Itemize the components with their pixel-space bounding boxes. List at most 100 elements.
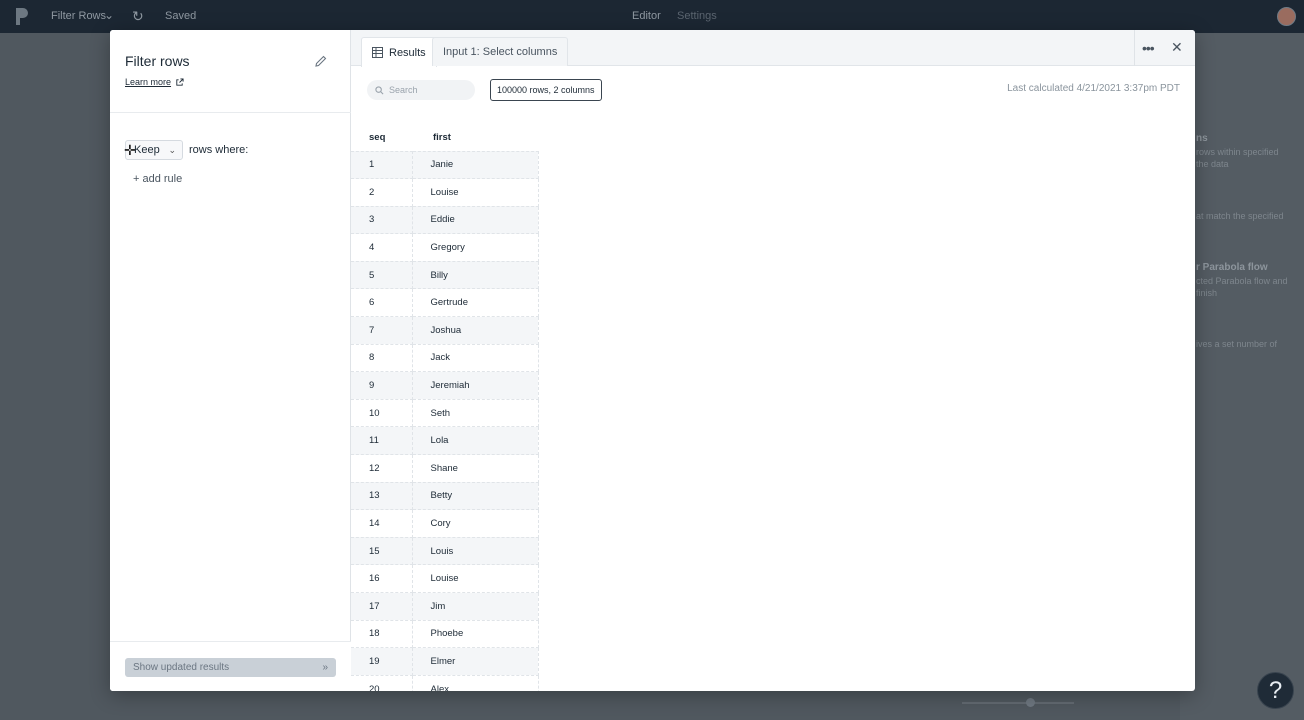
- row-count-badge: 100000 rows, 2 columns: [490, 79, 602, 101]
- cell-first[interactable]: Louise: [411, 178, 539, 207]
- double-chevron-right-icon: »: [322, 662, 328, 673]
- table-row: 4 Gregory: [351, 233, 539, 262]
- refresh-icon[interactable]: ↻: [132, 8, 144, 25]
- table-row: 1 Janie: [351, 150, 539, 180]
- cell-seq[interactable]: 12: [351, 454, 413, 483]
- library-item-desc: at match the specified: [1196, 211, 1284, 221]
- close-icon[interactable]: ✕: [1171, 39, 1183, 56]
- cell-first[interactable]: Gregory: [411, 233, 539, 262]
- cell-seq[interactable]: 18: [351, 619, 413, 649]
- cell-seq[interactable]: 11: [351, 426, 413, 456]
- more-options-icon[interactable]: •••: [1142, 40, 1155, 56]
- table-row: 20 Alex: [351, 674, 539, 691]
- table-row: 18 Phoebe: [351, 619, 539, 649]
- table-body: 1 Janie 2 Louise 3 Eddie 4 Gregory 5 Billy 6 Gertru…: [351, 150, 539, 691]
- step-title: Filter rows: [125, 53, 190, 69]
- cell-seq[interactable]: 7: [351, 316, 413, 345]
- help-button[interactable]: ?: [1257, 672, 1294, 709]
- step-library-panel: ns rows within specified the data at mat…: [1180, 33, 1304, 720]
- table-row: 17 Jim: [351, 592, 539, 621]
- settings-footer: Show updated results »: [110, 641, 351, 691]
- cell-seq[interactable]: 6: [351, 288, 413, 318]
- filter-rows-modal: Filter rows Learn more ✛ Keep ⌄ rows whe…: [110, 30, 1195, 691]
- cell-seq[interactable]: 20: [351, 674, 413, 691]
- external-link-icon: [176, 77, 184, 86]
- chevron-down-icon: ⌄: [168, 144, 176, 155]
- zoom-slider-handle[interactable]: [1026, 698, 1035, 707]
- tab-results-label: Results: [389, 46, 426, 59]
- cell-seq[interactable]: 4: [351, 233, 413, 262]
- cell-first[interactable]: Jeremiah: [411, 371, 539, 400]
- cell-first[interactable]: Seth: [411, 398, 539, 428]
- cell-seq[interactable]: 5: [351, 260, 413, 290]
- cell-first[interactable]: Elmer: [411, 647, 539, 676]
- table-row: 7 Joshua: [351, 316, 539, 345]
- cell-first[interactable]: Lola: [411, 426, 539, 456]
- cell-seq[interactable]: 9: [351, 371, 413, 400]
- settings-panel: Filter rows Learn more ✛ Keep ⌄ rows whe…: [110, 30, 351, 691]
- library-item-desc: ives a set number of: [1196, 339, 1278, 349]
- cell-seq[interactable]: 8: [351, 343, 413, 373]
- cell-first[interactable]: Shane: [411, 454, 539, 483]
- table-row: 16 Louise: [351, 564, 539, 593]
- tab-input-1[interactable]: Input 1: Select columns: [432, 37, 569, 66]
- cell-first[interactable]: Phoebe: [411, 619, 539, 649]
- cell-first[interactable]: Betty: [411, 481, 539, 511]
- pencil-icon[interactable]: [313, 53, 329, 69]
- chevron-down-icon[interactable]: ⌄: [104, 8, 114, 22]
- parabola-logo-icon[interactable]: [14, 7, 30, 26]
- table-row: 6 Gertrude: [351, 288, 539, 318]
- cell-first[interactable]: Janie: [411, 150, 539, 180]
- tab-results[interactable]: Results: [361, 37, 437, 67]
- column-header-first[interactable]: first: [412, 124, 538, 151]
- cell-seq[interactable]: 16: [351, 564, 413, 593]
- table-row: 3 Eddie: [351, 205, 539, 235]
- divider: [110, 112, 351, 113]
- cell-first[interactable]: Joshua: [411, 316, 539, 345]
- avatar[interactable]: [1277, 7, 1296, 26]
- table-header-row: seq first: [351, 124, 538, 151]
- cell-seq[interactable]: 10: [351, 398, 413, 428]
- results-tabs-bar: Results Input 1: Select columns ••• ✕: [351, 30, 1195, 67]
- table-row: 9 Jeremiah: [351, 371, 539, 400]
- column-header-seq[interactable]: seq: [351, 124, 412, 151]
- table-row: 8 Jack: [351, 343, 539, 373]
- cell-first[interactable]: Jim: [411, 592, 539, 621]
- search-input[interactable]: [389, 85, 469, 95]
- flow-name[interactable]: Filter Rows: [51, 10, 106, 22]
- cell-first[interactable]: Billy: [411, 260, 539, 290]
- keep-dropdown[interactable]: ✛ Keep ⌄: [124, 140, 183, 160]
- cell-first[interactable]: Louis: [411, 536, 539, 566]
- learn-more-link[interactable]: Learn more: [125, 77, 184, 87]
- add-rule-button[interactable]: + add rule: [133, 173, 182, 185]
- tab-settings[interactable]: Settings: [677, 10, 717, 22]
- tab-editor[interactable]: Editor: [632, 10, 661, 22]
- cell-seq[interactable]: 17: [351, 592, 413, 621]
- keep-value: Keep: [134, 144, 160, 156]
- results-table: seq first 1 Janie 2 Louise 3 Eddie 4 Gregory 5 Bi…: [351, 124, 539, 691]
- search-field[interactable]: [367, 80, 475, 100]
- cell-first[interactable]: Louise: [411, 564, 539, 593]
- cell-seq[interactable]: 14: [351, 509, 413, 538]
- table-row: 14 Cory: [351, 509, 539, 538]
- library-item-desc: cted Parabola flow and: [1196, 276, 1288, 286]
- table-row: 5 Billy: [351, 260, 539, 290]
- cell-seq[interactable]: 19: [351, 647, 413, 676]
- cell-seq[interactable]: 1: [351, 150, 413, 180]
- cell-first[interactable]: Jack: [411, 343, 539, 373]
- learn-more-label: Learn more: [125, 77, 172, 87]
- cell-seq[interactable]: 15: [351, 536, 413, 566]
- zoom-slider-track[interactable]: [962, 702, 1074, 704]
- cell-first[interactable]: Gertrude: [411, 288, 539, 318]
- cell-seq[interactable]: 3: [351, 205, 413, 235]
- show-updated-results-button[interactable]: Show updated results »: [125, 658, 336, 677]
- library-item-desc: rows within specified: [1196, 147, 1279, 157]
- cell-seq[interactable]: 13: [351, 481, 413, 511]
- move-cursor-icon: ✛: [124, 142, 136, 158]
- cell-first[interactable]: Cory: [411, 509, 539, 538]
- cell-first[interactable]: Eddie: [411, 205, 539, 235]
- library-item-desc: finish: [1196, 288, 1218, 298]
- table-row: 13 Betty: [351, 481, 539, 511]
- cell-first[interactable]: Alex: [411, 674, 539, 691]
- cell-seq[interactable]: 2: [351, 178, 413, 207]
